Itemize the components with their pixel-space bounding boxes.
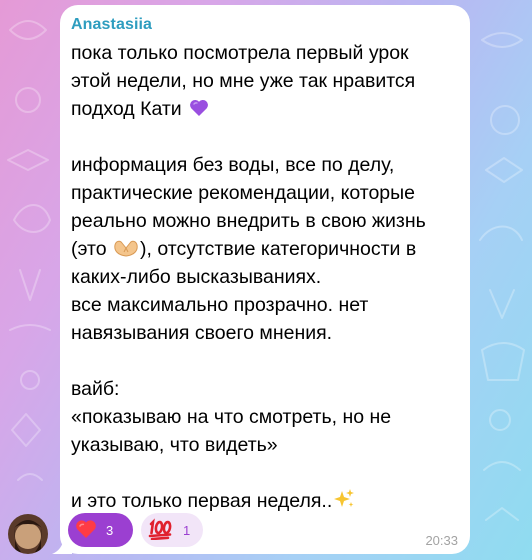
message-line: этой недели, но мне уже так нравится [71,70,416,92]
message-line-with-emoji: подход Кати [71,95,463,123]
message-line: вайб: [71,378,120,400]
message-line: и это только первая неделя.. [71,490,333,512]
message-line: «показываю на что смотреть, но не [71,406,392,428]
reaction-count: 3 [106,522,114,538]
message-line: указываю, что видеть» [71,434,278,456]
message-text: пока только посмотрела первый урок этой … [71,39,463,515]
sender-name[interactable]: Anastasiia [71,16,152,34]
reaction-heart-button[interactable]: 3 [68,513,133,547]
message-line: все максимально прозрачно. нет [71,294,369,316]
message-line: подход Кати [71,98,182,120]
sender-avatar[interactable] [8,514,48,554]
message-line: пока только посмотрела первый урок [71,42,409,64]
reaction-count: 1 [183,522,191,538]
message-line: (это [71,238,107,260]
message-line-with-emoji: и это только первая неделя.. [71,487,463,515]
hundred-points-icon [148,517,174,543]
heart-icon [75,519,97,542]
message-timestamp: 20:33 [425,533,458,548]
message-line: информация без воды, все по делу, [71,154,395,176]
reaction-hundred-button[interactable]: 1 [141,513,203,547]
message-line: реально можно внедрить в свою жизнь [71,210,426,232]
message-line: практические рекомендации, которые [71,182,416,204]
avatar-photo [8,514,48,554]
message-bubble[interactable]: Anastasiia пока только посмотрела первый… [60,5,470,554]
reactions-bar: 3 1 [68,513,203,547]
message-line: навязывания своего мнения. [71,322,333,344]
heart-hands-icon [113,238,139,266]
sparkles-icon [333,488,355,518]
message-line-with-emoji: (это ), отсутствие категоричности в [71,235,463,263]
message-line: каких-либо высказываниях. [71,266,322,288]
message-line: ), отсутствие категоричности в [140,238,417,260]
purple-heart-icon [189,98,209,126]
